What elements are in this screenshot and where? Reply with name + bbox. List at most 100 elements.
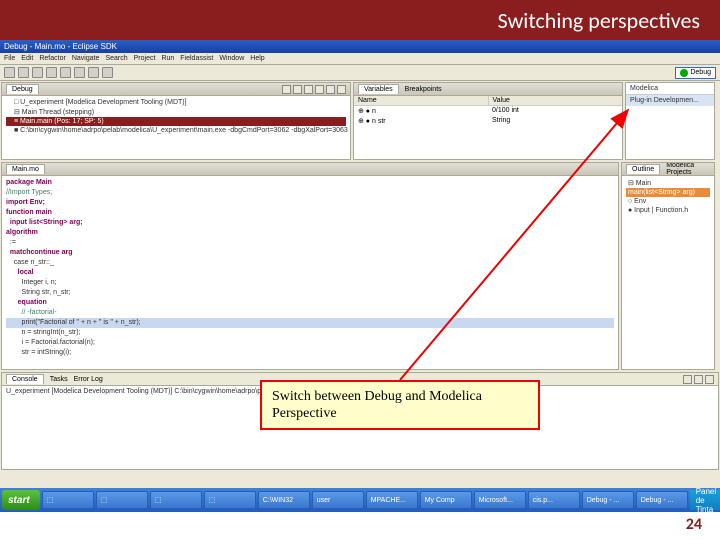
tab-breakpoints[interactable]: Breakpoints [405,86,442,93]
console-icon[interactable] [705,375,714,384]
code-line[interactable]: input list<String> arg; [6,218,614,228]
code-line[interactable]: algorithm [6,228,614,238]
menu-bar[interactable]: File Edit Refactor Navigate Search Proje… [0,53,720,65]
tab-error-log[interactable]: Error Log [74,376,103,383]
taskbar-item[interactable]: ⬚ [42,491,94,509]
suspend-icon[interactable] [293,85,302,94]
variable-row[interactable]: ⊕ ● n str String [354,116,622,126]
perspective-list: Modelica Plug-in Developmen... [625,82,715,160]
tab-editor-file[interactable]: Main.mo [6,164,45,174]
var-name: ⊕ ● n [354,106,488,116]
window-titlebar: Debug - Main.mo - Eclipse SDK [0,40,720,53]
system-tray[interactable]: Panel de Tinta [690,490,720,510]
tab-console[interactable]: Console [6,374,44,384]
menu-file[interactable]: File [4,55,15,62]
taskbar-item[interactable]: ⬚ [150,491,202,509]
code-line[interactable]: print("Factorial of " + n + " is " + n_s… [6,318,614,328]
perspective-item-modelica[interactable]: Modelica [626,83,714,95]
debug-tree-item[interactable]: ■ C:\bin\cygwin\home\adrpo\pelab\modelic… [6,126,346,135]
taskbar-item[interactable]: Debug - ... [636,491,688,509]
code-line[interactable]: local [6,268,614,278]
code-line[interactable]: str = intString(i); [6,348,614,358]
taskbar-item[interactable]: cis.p... [528,491,580,509]
step-return-icon[interactable] [337,85,346,94]
code-line[interactable]: //Import Types; [6,188,614,198]
toolbar-icon[interactable] [74,67,85,78]
toolbar-icon[interactable] [60,67,71,78]
debug-stackframe[interactable]: ≡ Main.main (Pos: 17; SP: 5) [6,117,346,126]
code-line[interactable]: // -factorial- [6,308,614,318]
menu-refactor[interactable]: Refactor [39,55,65,62]
slide-title: Switching perspectives [0,0,720,40]
console-icon[interactable] [694,375,703,384]
taskbar-item[interactable]: user [312,491,364,509]
taskbar-item[interactable]: Debug - ... [582,491,634,509]
code-line[interactable]: := [6,238,614,248]
tray-item[interactable]: Panel de Tinta [696,487,716,514]
bug-icon [680,69,688,77]
code-line[interactable]: package Main [6,178,614,188]
menu-search[interactable]: Search [105,55,127,62]
menu-navigate[interactable]: Navigate [72,55,100,62]
console-icon[interactable] [683,375,692,384]
debug-tabs: Debug [2,83,350,96]
taskbar-item[interactable]: MPACHE... [366,491,418,509]
toolbar-icon[interactable] [46,67,57,78]
outline-view: Outline Modelica Projects ⊟ Main main(li… [621,162,715,370]
debug-tree-item[interactable]: □ U_experiment [Modelica Development Too… [6,98,346,107]
tab-modelica-projects[interactable]: Modelica Projects [666,162,710,176]
col-name: Name [354,96,489,105]
code-line[interactable]: case n_str::_ [6,258,614,268]
step-into-icon[interactable] [315,85,324,94]
toolbar-icon[interactable] [4,67,15,78]
step-over-icon[interactable] [326,85,335,94]
resume-icon[interactable] [282,85,291,94]
variables-body[interactable]: ⊕ ● n 0/100 int ⊕ ● n str String [354,106,622,126]
callout-box: Switch between Debug and Modelica Perspe… [260,380,540,430]
code-line[interactable]: String str, n_str; [6,288,614,298]
code-line[interactable]: Integer i, n; [6,278,614,288]
code-line[interactable]: equation [6,298,614,308]
outline-item[interactable]: ⊟ Main [626,178,710,188]
debug-tree-item[interactable]: ⊟ Main Thread (stepping) [6,107,346,117]
code-line[interactable]: import Env; [6,198,614,208]
menu-help[interactable]: Help [250,55,264,62]
perspective-label: Debug [690,69,711,76]
tab-outline[interactable]: Outline [626,164,660,174]
editor-view: Main.mo package Main//Import Types;impor… [1,162,619,370]
taskbar-item[interactable]: ⬚ [96,491,148,509]
debug-tree[interactable]: □ U_experiment [Modelica Development Too… [2,96,350,159]
taskbar-item[interactable]: ⬚ [204,491,256,509]
outline-item[interactable]: ○ Env [626,197,710,206]
menu-edit[interactable]: Edit [21,55,33,62]
menu-run[interactable]: Run [161,55,174,62]
menu-project[interactable]: Project [134,55,156,62]
code-line[interactable]: function main [6,208,614,218]
outline-tree[interactable]: ⊟ Main main(list<String> arg) ○ Env ● In… [622,176,714,369]
debug-view: Debug □ U_experiment [Modelica Developme… [1,82,351,160]
start-button[interactable]: start [2,490,40,510]
toolbar-icon[interactable] [102,67,113,78]
tab-debug[interactable]: Debug [6,84,39,94]
menu-window[interactable]: Window [219,55,244,62]
variable-row[interactable]: ⊕ ● n 0/100 int [354,106,622,116]
perspective-item-plugin[interactable]: Plug-in Developmen... [626,95,714,106]
toolbar-icon[interactable] [32,67,43,78]
taskbar-item[interactable]: My Comp [420,491,472,509]
taskbar-item[interactable]: Microsoft... [474,491,526,509]
code-line[interactable]: n = stringInt(n_str); [6,328,614,338]
terminate-icon[interactable] [304,85,313,94]
taskbar-item[interactable]: C:\WIN32 [258,491,310,509]
outline-item[interactable]: main(list<String> arg) [626,188,710,197]
code-editor[interactable]: package Main//Import Types;import Env;fu… [2,176,618,369]
code-line[interactable]: matchcontinue arg [6,248,614,258]
perspective-debug-button[interactable]: Debug [675,67,716,79]
tab-tasks[interactable]: Tasks [50,376,68,383]
tab-variables[interactable]: Variables [358,84,399,94]
toolbar-icon[interactable] [18,67,29,78]
top-panes: Debug □ U_experiment [Modelica Developme… [0,81,720,161]
code-line[interactable]: i = Factorial.factorial(n); [6,338,614,348]
toolbar-icon[interactable] [88,67,99,78]
outline-item[interactable]: ● Input | Function.h [626,206,710,215]
menu-fieldassist[interactable]: Fieldassist [180,55,213,62]
